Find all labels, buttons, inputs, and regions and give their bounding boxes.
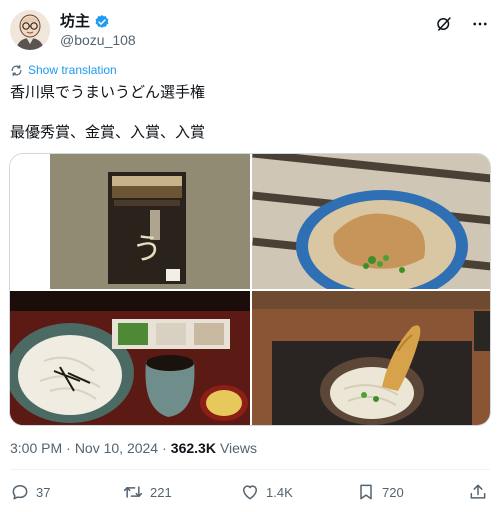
tweet-date[interactable]: Nov 10, 2024 xyxy=(75,440,158,456)
heart-icon xyxy=(243,485,257,500)
tweet-text-line-2: 最優秀賞、金賞、入賞、入賞 xyxy=(10,123,206,141)
bookmark-icon xyxy=(360,484,372,500)
monk-avatar-icon xyxy=(10,10,50,50)
reply-icon xyxy=(12,485,28,500)
tweet-text-line-1: 香川県でうまいうどん選手権 xyxy=(10,83,206,101)
share-button[interactable] xyxy=(468,482,488,502)
like-button[interactable]: 1.4K xyxy=(240,482,293,502)
bookmark-button[interactable]: 720 xyxy=(356,482,404,502)
divider xyxy=(10,469,490,470)
share-icon xyxy=(470,484,486,499)
photo-tempura-udon[interactable] xyxy=(252,291,490,425)
name-row: 坊主 xyxy=(60,13,110,31)
reply-button[interactable]: 37 xyxy=(10,482,50,502)
like-count: 1.4K xyxy=(266,484,293,500)
display-name[interactable]: 坊主 xyxy=(60,13,90,31)
action-bar: 37 221 1.4K 720 xyxy=(10,482,490,506)
translate-icon xyxy=(11,64,22,76)
tweet-header: 坊主 @bozu_108 xyxy=(10,10,490,50)
bookmark-count: 720 xyxy=(382,484,404,500)
header-actions xyxy=(434,14,490,34)
repost-icon xyxy=(123,486,143,498)
user-handle[interactable]: @bozu_108 xyxy=(60,32,136,48)
photo-kitsune-udon[interactable] xyxy=(252,154,490,289)
meta-separator-2: · xyxy=(162,440,167,456)
tempura-udon-image xyxy=(252,291,490,425)
tweet-time[interactable]: 3:00 PM xyxy=(10,440,62,456)
more-options-icon[interactable] xyxy=(470,14,490,34)
tweet-text: 香川県でうまいうどん選手権 最優秀賞、金賞、入賞、入賞 xyxy=(10,82,490,142)
tweet-meta: 3:00 PM · Nov 10, 2024 · 362.3K Views xyxy=(10,440,257,456)
photo-udon-box[interactable]: う xyxy=(10,154,250,289)
repost-count: 221 xyxy=(150,484,172,500)
media-grid: う xyxy=(9,153,491,426)
reply-count: 37 xyxy=(36,484,51,500)
show-translation-link[interactable]: Show translation xyxy=(10,63,117,77)
photo-zaru-udon[interactable] xyxy=(10,291,250,425)
verified-badge-icon xyxy=(95,15,109,28)
avatar[interactable] xyxy=(10,10,50,50)
udon-box-image: う xyxy=(10,154,250,289)
kitsune-udon-image xyxy=(252,154,490,289)
repost-button[interactable]: 221 xyxy=(122,482,172,502)
meta-separator: · xyxy=(66,440,71,456)
show-translation-label: Show translation xyxy=(28,63,117,77)
zaru-udon-image xyxy=(10,291,250,425)
grok-icon[interactable] xyxy=(434,14,454,34)
views-label: Views xyxy=(219,440,258,456)
views-count: 362.3K xyxy=(170,440,216,456)
